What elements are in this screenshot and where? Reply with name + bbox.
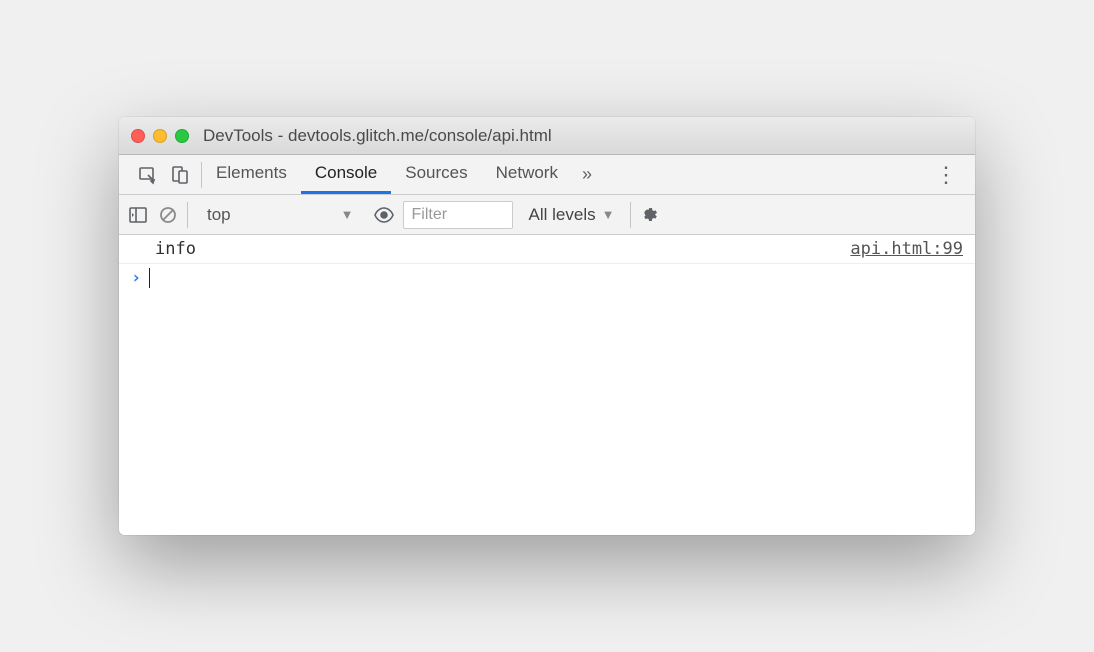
- device-toggle-icon[interactable]: [169, 164, 191, 186]
- minimize-icon[interactable]: [153, 129, 167, 143]
- console-output: info api.html:99 ›: [119, 235, 975, 535]
- divider: [187, 202, 188, 228]
- window-title: DevTools - devtools.glitch.me/console/ap…: [203, 126, 552, 146]
- tab-elements[interactable]: Elements: [202, 155, 301, 194]
- console-filterbar: top ▼ All levels ▼: [119, 195, 975, 235]
- divider: [630, 202, 631, 228]
- panel-tabs: Elements Console Sources Network: [202, 155, 572, 194]
- levels-label: All levels: [529, 205, 596, 225]
- context-label: top: [207, 205, 231, 225]
- titlebar: DevTools - devtools.glitch.me/console/ap…: [119, 117, 975, 155]
- tab-network[interactable]: Network: [482, 155, 572, 194]
- maximize-icon[interactable]: [175, 129, 189, 143]
- chevron-down-icon: ▼: [602, 207, 615, 222]
- prompt-caret-icon: ›: [131, 268, 141, 288]
- chevron-down-icon: ▼: [341, 207, 354, 222]
- log-message: info: [155, 239, 196, 259]
- menu-icon[interactable]: ⋮: [925, 162, 967, 188]
- inspect-icon[interactable]: [137, 164, 159, 186]
- clear-console-icon[interactable]: [157, 204, 179, 226]
- main-toolbar: Elements Console Sources Network » ⋮: [119, 155, 975, 195]
- log-source-link[interactable]: api.html:99: [850, 239, 963, 259]
- traffic-lights: [131, 129, 189, 143]
- log-levels-selector[interactable]: All levels ▼: [521, 205, 623, 225]
- more-tabs-icon[interactable]: »: [572, 164, 599, 185]
- sidebar-toggle-icon[interactable]: [127, 204, 149, 226]
- console-prompt[interactable]: ›: [119, 264, 975, 292]
- devtools-window: DevTools - devtools.glitch.me/console/ap…: [119, 117, 975, 535]
- context-selector[interactable]: top ▼: [196, 202, 365, 228]
- settings-icon[interactable]: [639, 204, 661, 226]
- text-cursor: [149, 268, 150, 288]
- close-icon[interactable]: [131, 129, 145, 143]
- filter-input[interactable]: [403, 201, 513, 229]
- eye-icon[interactable]: [373, 204, 395, 226]
- tab-sources[interactable]: Sources: [391, 155, 481, 194]
- log-entry: info api.html:99: [119, 235, 975, 264]
- tab-console[interactable]: Console: [301, 155, 391, 194]
